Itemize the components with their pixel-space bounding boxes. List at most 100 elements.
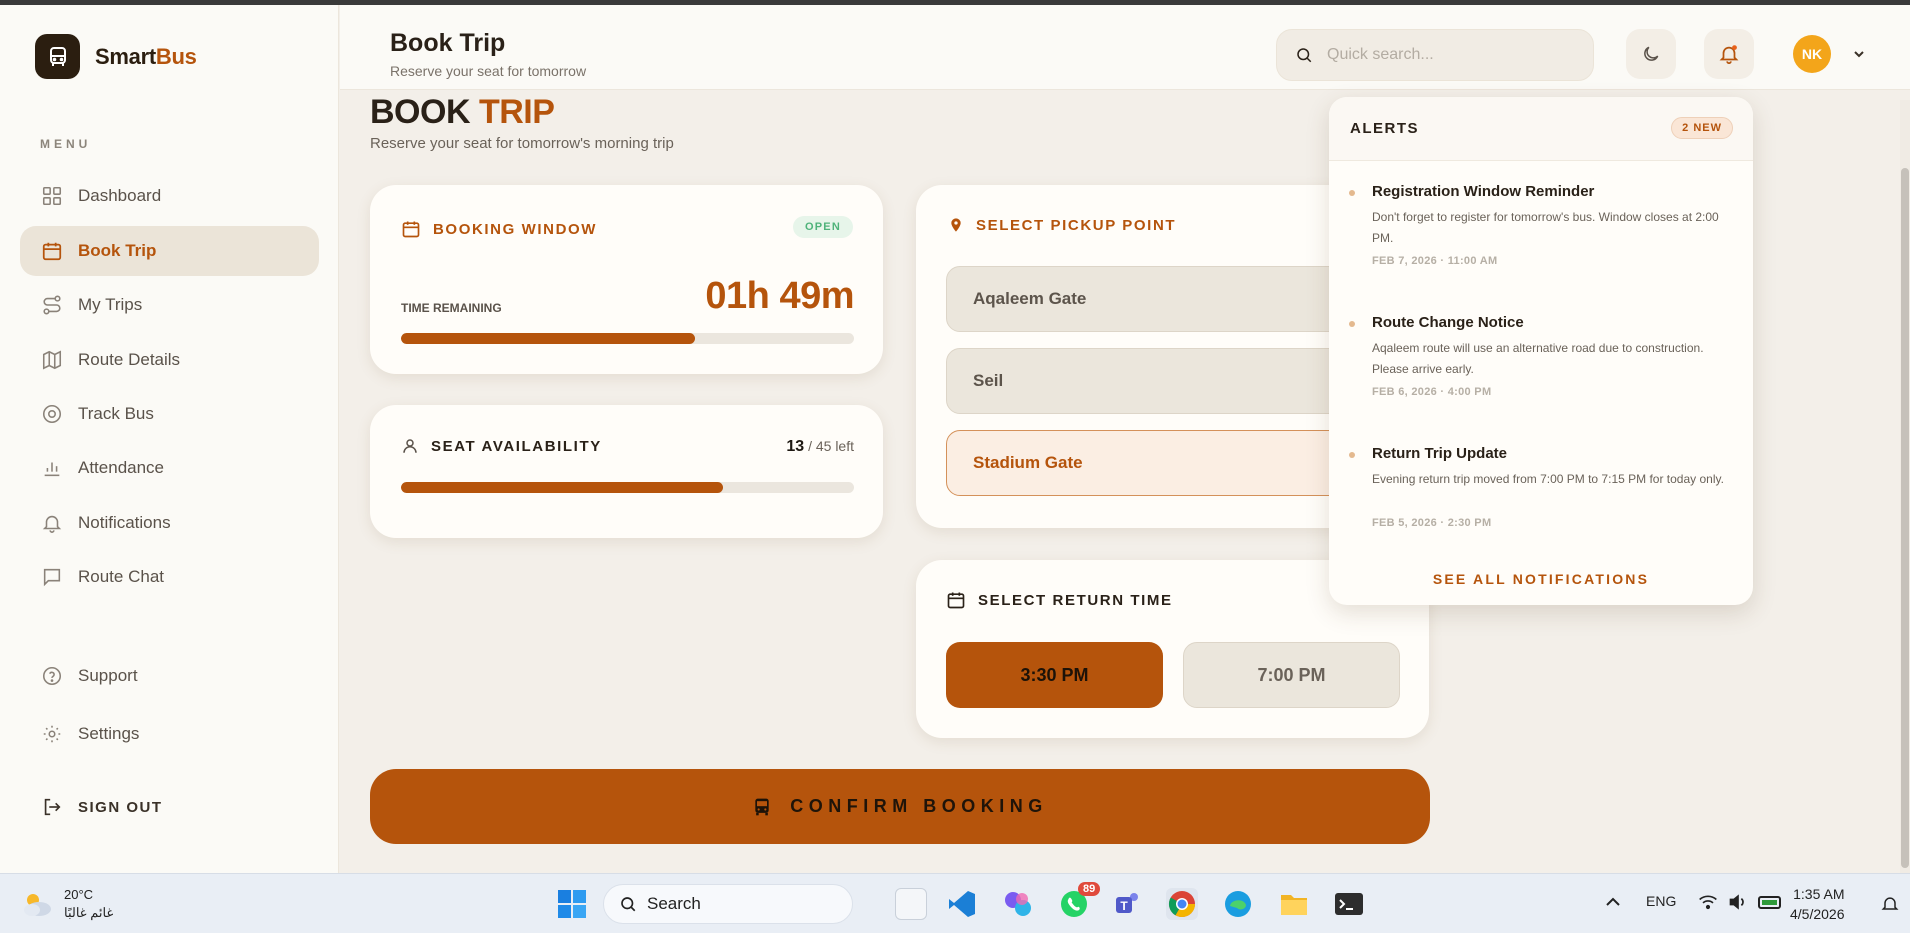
notepad-icon[interactable]: [895, 888, 927, 920]
settings-link[interactable]: Settings: [20, 709, 319, 759]
seat-availability-title: SEAT AVAILABILITY: [431, 437, 602, 455]
sidebar-item-my-trips[interactable]: My Trips: [20, 280, 319, 330]
alert-title: Registration Window Reminder: [1372, 183, 1595, 200]
see-all-notifications-link[interactable]: SEE ALL NOTIFICATIONS: [1329, 571, 1753, 587]
alert-item[interactable]: Return Trip Update Evening return trip m…: [1349, 445, 1733, 535]
sidebar-item-route-details[interactable]: Route Details: [20, 335, 319, 385]
alert-title: Return Trip Update: [1372, 445, 1508, 462]
bell-icon: [1719, 45, 1739, 65]
pickup-option-stadium-gate[interactable]: Stadium Gate: [946, 430, 1376, 496]
time-remaining-label: TIME REMAINING: [401, 301, 502, 315]
sidebar-item-label: Attendance: [78, 458, 165, 477]
logout-icon: [44, 798, 61, 816]
battery-icon[interactable]: [1758, 894, 1784, 910]
sidebar-item-track-bus[interactable]: Track Bus: [20, 389, 319, 439]
notification-center-icon[interactable]: [1880, 894, 1900, 914]
avatar[interactable]: NK: [1793, 35, 1831, 73]
alert-date: FEB 7, 2026 · 11:00 AM: [1372, 255, 1498, 267]
edge-icon[interactable]: [1222, 888, 1254, 920]
language-indicator[interactable]: ENG: [1646, 893, 1676, 909]
booking-progress-bar: [401, 333, 854, 344]
alert-date: FEB 5, 2026 · 2:30 PM: [1372, 517, 1492, 529]
alerts-dropdown: ALERTS 2 NEW Registration Window Reminde…: [1329, 97, 1753, 605]
status-badge: OPEN: [793, 216, 853, 238]
alert-date: FEB 6, 2026 · 4:00 PM: [1372, 386, 1492, 398]
app-name: SmartBus: [95, 43, 197, 69]
sign-out-button[interactable]: SIGN OUT: [20, 782, 319, 832]
chrome-icon[interactable]: [1166, 888, 1198, 920]
teams-icon[interactable]: T: [1112, 888, 1144, 920]
sidebar-item-label: Route Details: [78, 350, 181, 369]
sidebar: SmartBus MENU Dashboard Book Trip My Tri…: [0, 5, 339, 873]
sidebar-item-attendance[interactable]: Attendance: [20, 443, 319, 493]
theme-toggle-button[interactable]: [1626, 29, 1676, 79]
confirm-booking-button[interactable]: CONFIRM BOOKING: [370, 769, 1430, 844]
sign-out-label: SIGN OUT: [78, 798, 163, 816]
support-link[interactable]: Support: [20, 651, 319, 701]
sidebar-item-notifications[interactable]: Notifications: [20, 498, 319, 548]
sidebar-item-label: Dashboard: [78, 186, 162, 205]
vscode-icon[interactable]: [946, 888, 978, 920]
sidebar-item-book-trip[interactable]: Book Trip: [20, 226, 319, 276]
alerts-new-badge: 2 NEW: [1671, 117, 1733, 139]
whatsapp-icon[interactable]: 89: [1058, 882, 1101, 920]
search-input[interactable]: [1327, 46, 1567, 64]
settings-label: Settings: [78, 724, 140, 743]
volume-icon[interactable]: [1728, 893, 1748, 911]
windows-start-icon[interactable]: [556, 888, 588, 920]
scrollbar-thumb[interactable]: [1901, 168, 1909, 868]
return-time-option-330[interactable]: 3:30 PM: [946, 642, 1163, 708]
sidebar-item-route-chat[interactable]: Route Chat: [20, 552, 319, 602]
notifications-button[interactable]: [1704, 29, 1754, 79]
return-time-option-700[interactable]: 7:00 PM: [1183, 642, 1400, 708]
taskbar-search-label: Search: [647, 894, 701, 913]
calendar-icon: [42, 242, 62, 261]
route-icon: [43, 295, 61, 315]
terminal-icon[interactable]: [1333, 888, 1365, 920]
taskbar-search[interactable]: Search: [603, 884, 853, 924]
top-header: Book Trip Reserve your seat for tomorrow…: [340, 5, 1910, 90]
whatsapp-badge: 89: [1078, 882, 1101, 896]
unread-dot: [1349, 452, 1355, 458]
system-clock[interactable]: 1:35 AM 4/5/2026: [1790, 884, 1845, 924]
moon-icon: [1644, 46, 1659, 61]
app-logo[interactable]: SmartBus: [35, 34, 197, 79]
page-scrollbar[interactable]: [1900, 100, 1910, 873]
weather-description: غائم غالبًا: [64, 905, 114, 920]
wifi-icon[interactable]: [1698, 893, 1718, 911]
seat-progress-fill: [401, 482, 723, 493]
support-label: Support: [78, 666, 138, 685]
bell-icon: [42, 515, 62, 533]
alerts-header: ALERTS 2 NEW: [1329, 97, 1753, 161]
search-icon: [1297, 48, 1312, 63]
sidebar-item-label: Route Chat: [78, 567, 164, 586]
return-time-header: SELECT RETURN TIME: [946, 590, 1173, 610]
sidebar-item-label: My Trips: [78, 295, 143, 314]
file-explorer-icon[interactable]: [1278, 888, 1310, 920]
pickup-option-seil[interactable]: Seil: [946, 348, 1376, 414]
chevron-down-icon[interactable]: [1853, 49, 1865, 59]
clock-date: 4/5/2026: [1790, 906, 1845, 922]
alert-item[interactable]: Route Change Notice Aqaleem route will u…: [1349, 314, 1733, 404]
alert-message: Evening return trip moved from 7:00 PM t…: [1372, 472, 1724, 486]
booking-window-card: BOOKING WINDOW OPEN TIME REMAINING 01h 4…: [370, 185, 883, 374]
chevron-up-icon[interactable]: [1605, 896, 1621, 908]
confirm-booking-label: CONFIRM BOOKING: [790, 796, 1048, 816]
calendar-icon: [402, 221, 420, 238]
clock-time: 1:35 AM: [1793, 886, 1845, 902]
weather-temperature: 20°C: [64, 887, 94, 902]
copilot-icon[interactable]: [1002, 888, 1034, 920]
main-subheading: Reserve your seat for tomorrow's morning…: [370, 135, 674, 152]
location-pin-icon: [951, 218, 961, 232]
weather-widget[interactable]: 20°C غائم غالبًا: [20, 886, 113, 922]
pickup-option-aqaleem-gate[interactable]: Aqaleem Gate: [946, 266, 1376, 332]
os-taskbar: 20°C غائم غالبًا Search 89 T ENG 1:35 AM 4…: [0, 873, 1910, 933]
unread-dot: [1349, 190, 1355, 196]
unread-dot: [1349, 321, 1355, 327]
sidebar-item-dashboard[interactable]: Dashboard: [20, 171, 319, 221]
alert-item[interactable]: Registration Window Reminder Don't forge…: [1349, 183, 1733, 273]
bus-logo-icon: [35, 34, 80, 79]
search-icon: [621, 897, 636, 912]
grid-icon: [42, 186, 62, 206]
svg-text:T: T: [1120, 899, 1128, 913]
